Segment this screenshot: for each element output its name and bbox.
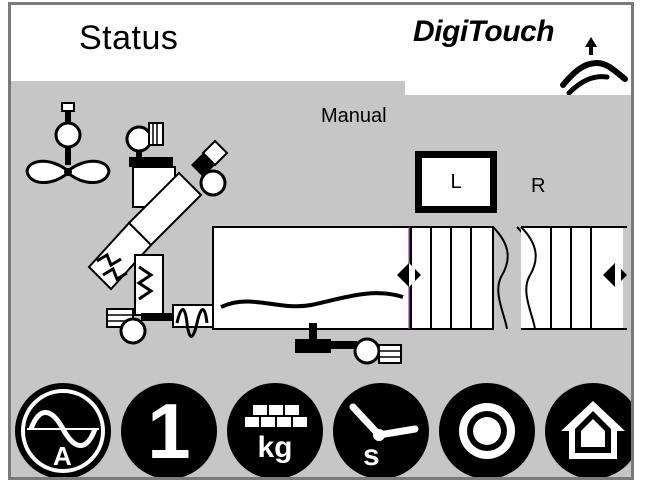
number-one-icon: 1 [147, 387, 191, 475]
hmi-screen: Status DigiTouch Manual L R A 1 kg s [0, 0, 646, 490]
target-icon [459, 403, 515, 459]
valve-icon [191, 139, 229, 197]
vertical-chute [134, 254, 164, 316]
target-button[interactable] [439, 383, 535, 477]
nav-bar: A 1 kg s [11, 377, 631, 477]
panel-frame: Status DigiTouch Manual L R A 1 kg s [8, 2, 634, 480]
one-button[interactable]: 1 [121, 383, 217, 477]
fan-icon [25, 102, 111, 184]
screw-conveyor-icon [172, 304, 216, 338]
analog-button[interactable]: A [15, 383, 111, 477]
weight-label: kg [257, 431, 293, 464]
weight-button[interactable]: kg [227, 383, 323, 477]
time-label: s [363, 439, 380, 472]
motor-icon [125, 122, 173, 167]
left-select-button[interactable]: L [415, 151, 497, 213]
main-conveyor [212, 226, 627, 330]
home-button[interactable] [545, 383, 631, 477]
time-button[interactable]: s [333, 383, 429, 477]
clock-icon [349, 403, 419, 441]
screw-motor-icon [106, 308, 175, 345]
home-icon [561, 401, 625, 459]
analog-label: A [53, 441, 72, 471]
right-select-button[interactable]: R [531, 175, 545, 198]
